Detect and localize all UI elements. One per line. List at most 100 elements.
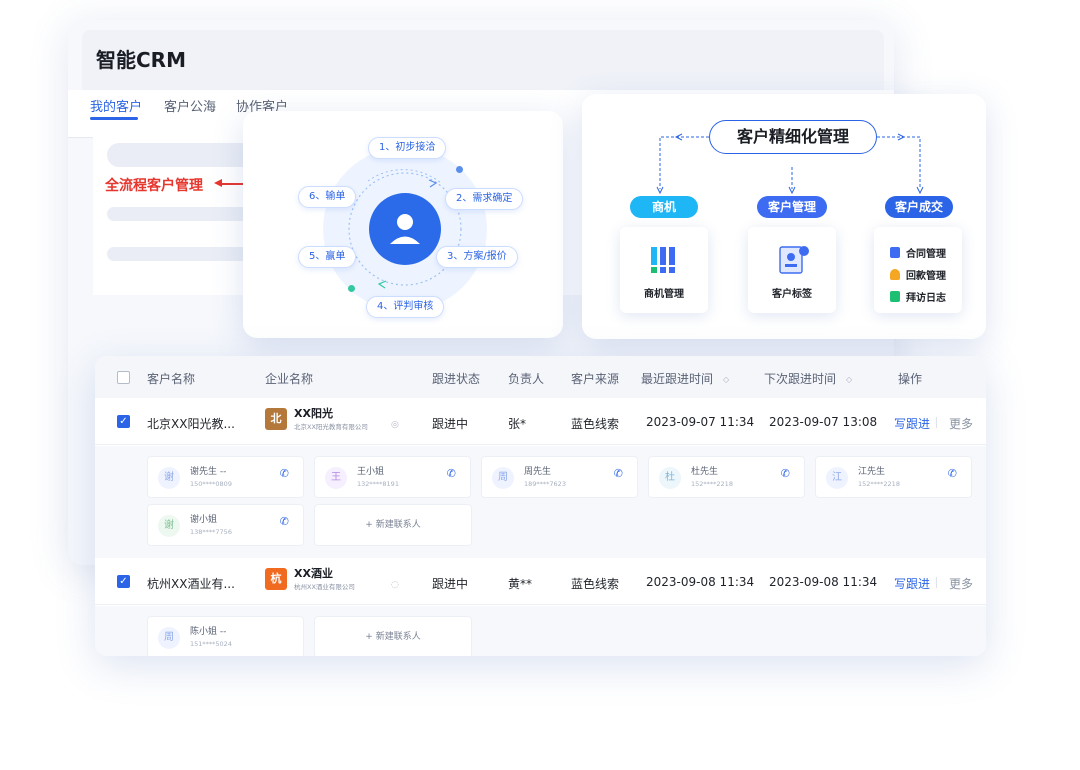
- avatar: 周: [492, 467, 514, 489]
- avatar: 王: [325, 467, 347, 489]
- step-2-pill: 2、需求确定: [445, 188, 524, 210]
- contact-card-icon: [779, 246, 809, 274]
- bar-chart-icon: [651, 247, 675, 273]
- add-contact-button[interactable]: + 新建联系人: [314, 616, 472, 656]
- contact-phone: 152****2218: [858, 480, 900, 488]
- contact-phone: 132****8191: [357, 480, 399, 488]
- avatar: 杜: [659, 467, 681, 489]
- more-link[interactable]: 更多: [949, 575, 973, 592]
- avatar: 江: [826, 467, 848, 489]
- more-link[interactable]: 更多: [949, 415, 973, 432]
- col-last-follow-label: 最近跟进时间: [641, 372, 714, 386]
- contact-name: 陈小姐 --: [190, 627, 227, 637]
- contact-card[interactable]: 周 陈小姐 -- 151****5024: [147, 616, 304, 656]
- company-full-name: 杭州XX酒业有限公司: [294, 583, 355, 591]
- company-logo: 北: [265, 408, 287, 430]
- category-customer-mgmt: 客户管理: [757, 196, 827, 218]
- phone-icon[interactable]: ✆: [447, 467, 456, 480]
- avatar: 谢: [158, 515, 180, 537]
- action-divider: [936, 417, 937, 428]
- contract-icon: [890, 247, 900, 258]
- col-customer-name: 客户名称: [147, 372, 196, 386]
- category-opportunity: 商机: [630, 196, 698, 218]
- management-title: 客户精细化管理: [709, 120, 877, 154]
- company-logo: 杭: [265, 568, 287, 590]
- step-1-pill: 1、初步接洽: [368, 137, 447, 159]
- customer-name[interactable]: 杭州XX酒业有...: [147, 575, 235, 592]
- write-follow-up-link[interactable]: 写跟进: [894, 575, 930, 592]
- phone-icon[interactable]: ✆: [280, 467, 289, 480]
- contact-name: 周先生: [524, 467, 552, 477]
- phone-icon[interactable]: ✆: [280, 515, 289, 528]
- step-4-pill: 4、评判审核: [366, 296, 445, 318]
- tab-public-pool[interactable]: 客户公海: [164, 96, 216, 115]
- col-next-follow-label: 下次跟进时间: [764, 372, 837, 386]
- contact-name: 谢小姐: [190, 515, 218, 525]
- contact-phone: 152****2218: [691, 480, 733, 488]
- col-source: 客户来源: [571, 372, 620, 386]
- contact-card[interactable]: 谢 谢先生 -- 150****0809 ✆: [147, 456, 304, 498]
- col-status: 跟进状态: [432, 372, 481, 386]
- sort-icon[interactable]: ◇: [846, 375, 852, 384]
- table-row[interactable]: ✓ 北京XX阳光教... 北 XX阳光 北京XX阳光教育有限公司 ◎ 跟进中 张…: [95, 398, 986, 445]
- customer-tag-card: 客户标签: [748, 227, 836, 313]
- contact-phone: 150****0809: [190, 480, 232, 488]
- owner-text: 黄**: [508, 577, 533, 591]
- skeleton-bar: [107, 207, 253, 221]
- status-text: 跟进中: [432, 577, 469, 591]
- payment-mgmt-item: 回款管理: [890, 267, 946, 282]
- owner-text: 张*: [508, 417, 527, 431]
- last-follow-time: 2023-09-08 11:34: [646, 575, 755, 589]
- write-follow-up-link[interactable]: 写跟进: [894, 415, 930, 432]
- contact-card[interactable]: 谢 谢小姐 138****7756 ✆: [147, 504, 304, 546]
- avatar: 周: [158, 627, 180, 649]
- skeleton-bar: [107, 143, 253, 167]
- company-full-name: 北京XX阳光教育有限公司: [294, 423, 368, 431]
- visit-log-item: 拜访日志: [890, 289, 946, 304]
- col-company-name: 企业名称: [265, 372, 314, 386]
- category-deal: 客户成交: [885, 196, 953, 218]
- customer-name[interactable]: 北京XX阳光教...: [147, 415, 235, 432]
- source-text: 蓝色线索: [571, 577, 620, 591]
- contact-card[interactable]: 杜 杜先生 152****2218 ✆: [648, 456, 805, 498]
- col-next-follow[interactable]: 下次跟进时间 ◇: [764, 370, 852, 387]
- phone-icon[interactable]: ✆: [781, 467, 790, 480]
- visit-log-label: 拜访日志: [906, 293, 946, 304]
- contact-name: 杜先生: [691, 467, 719, 477]
- cycle-dot: [348, 285, 355, 292]
- company-name[interactable]: XX酒业: [294, 565, 333, 581]
- col-last-follow[interactable]: 最近跟进时间 ◇: [641, 370, 729, 387]
- tab-my-customers[interactable]: 我的客户: [90, 96, 142, 115]
- step-3-pill: 3、方案/报价: [436, 246, 518, 268]
- opportunity-mgmt-label: 商机管理: [644, 289, 684, 300]
- feature-label: 全流程客户管理: [105, 178, 203, 194]
- skeleton-bar: [107, 247, 253, 261]
- row-checkbox[interactable]: ✓: [117, 575, 130, 588]
- contract-mgmt-label: 合同管理: [906, 249, 946, 260]
- table-row[interactable]: ✓ 杭州XX酒业有... 杭 XX酒业 杭州XX酒业有限公司 ◌ 跟进中 黄**…: [95, 558, 986, 605]
- col-actions: 操作: [898, 372, 923, 386]
- phone-icon[interactable]: ✆: [948, 467, 957, 480]
- contact-card[interactable]: 王 王小姐 132****8191 ✆: [314, 456, 471, 498]
- contact-name: 江先生: [858, 467, 886, 477]
- log-icon: [890, 291, 900, 302]
- contact-card[interactable]: 周 周先生 189****7623 ✆: [481, 456, 638, 498]
- contact-name: 王小姐: [357, 467, 385, 477]
- cycle-dot: [456, 166, 463, 173]
- deal-items-card: 合同管理 回款管理 拜访日志: [874, 227, 962, 313]
- step-5-pill: 5、赢单: [298, 246, 357, 268]
- company-shield-icon[interactable]: ◌: [391, 580, 399, 590]
- contact-card[interactable]: 江 江先生 152****2218 ✆: [815, 456, 972, 498]
- phone-icon[interactable]: ✆: [614, 467, 623, 480]
- customer-tag-label: 客户标签: [772, 289, 812, 300]
- company-info-icon[interactable]: ◎: [391, 420, 399, 430]
- window-header: [82, 30, 884, 96]
- company-name[interactable]: XX阳光: [294, 405, 333, 421]
- select-all-checkbox[interactable]: [117, 371, 130, 384]
- sort-icon[interactable]: ◇: [723, 375, 729, 384]
- contract-mgmt-item: 合同管理: [890, 245, 946, 260]
- source-text: 蓝色线索: [571, 417, 620, 431]
- add-contact-button[interactable]: + 新建联系人: [314, 504, 472, 546]
- row-checkbox[interactable]: ✓: [117, 415, 130, 428]
- customer-management-card: 客户精细化管理 商机 客户管理 客户成交 商机管理 客户标签 合同管理 回款管理: [582, 94, 986, 339]
